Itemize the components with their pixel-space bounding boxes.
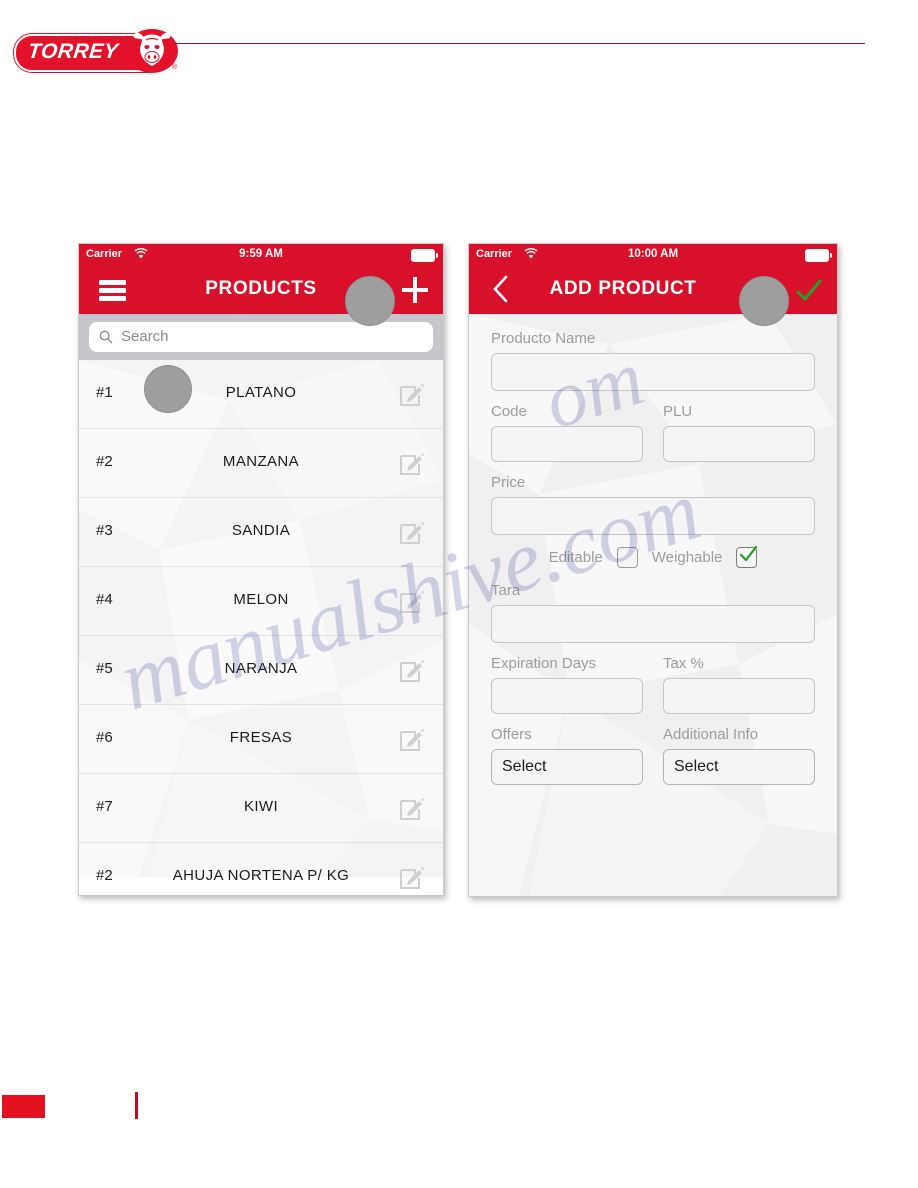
nav-bar-products: PRODUCTS [79, 266, 443, 326]
table-row[interactable]: #2 AHUJA NORTENA P/ KG [79, 843, 443, 895]
search-zone: Search [79, 314, 443, 360]
tax-percent-label: Tax % [663, 655, 704, 672]
checkmark-icon[interactable] [794, 276, 824, 306]
battery-full-icon [805, 249, 832, 262]
logo-wordmark: TORREY [26, 40, 120, 63]
page-title: ADD PRODUCT [549, 278, 697, 299]
edit-pencil-icon[interactable] [399, 588, 425, 614]
avatar[interactable] [345, 276, 395, 326]
table-row[interactable]: #3 SANDIA [79, 498, 443, 567]
plus-icon[interactable] [402, 277, 428, 303]
add-product-form: Producto Name Code PLU Price Editable We… [469, 314, 837, 896]
edit-pencil-icon[interactable] [399, 381, 425, 407]
page-header: TORREY ® [0, 0, 918, 90]
checkmark-icon [740, 545, 758, 562]
toggles-row: Editable Weighable [491, 545, 815, 568]
tax-percent-field[interactable] [663, 678, 815, 714]
plu-label: PLU [663, 403, 693, 420]
phone-mockup-add-product: Carrier 10:00 AM ADD PRODUCT Producto Na… [468, 243, 838, 897]
offers-label: Offers [491, 726, 532, 743]
table-row[interactable]: #2 MANZANA [79, 429, 443, 498]
row-product-name: MANZANA [222, 453, 300, 470]
additional-info-label: Additional Info [663, 726, 759, 743]
nav-bar-add-product: ADD PRODUCT [469, 266, 837, 326]
edit-pencil-icon[interactable] [399, 864, 425, 890]
tara-label: Tara [491, 582, 521, 599]
phone-mockup-products: Carrier 9:59 AM PRODUCTS Search #1 PLATA… [78, 243, 444, 896]
expiration-days-label: Expiration Days [491, 655, 597, 672]
row-product-name: AHUJA NORTENA P/ KG [172, 867, 350, 884]
editable-checkbox[interactable] [616, 547, 638, 568]
code-field[interactable] [491, 426, 643, 462]
weighable-checkbox[interactable] [736, 545, 758, 568]
row-product-name: NARANJA [224, 660, 298, 677]
search-input[interactable]: Search [89, 322, 433, 352]
additional-info-select[interactable]: Select [663, 749, 815, 785]
expiration-days-field[interactable] [491, 678, 643, 714]
row-product-name: PLATANO [225, 384, 297, 401]
table-row[interactable]: #5 NARANJA [79, 636, 443, 705]
product-list: #1 PLATANO #2 MANZANA #3 SANDIA #4 MELON… [79, 360, 443, 889]
table-row[interactable]: #6 FRESAS [79, 705, 443, 774]
table-row[interactable]: #1 PLATANO [79, 360, 443, 429]
row-product-name: FRESAS [229, 729, 293, 746]
row-product-name: MELON [233, 591, 289, 608]
edit-pencil-icon[interactable] [399, 795, 425, 821]
status-bar-left: Carrier 9:59 AM [79, 244, 443, 266]
registered-mark: ® [172, 64, 178, 71]
edit-pencil-icon[interactable] [399, 450, 425, 476]
tara-field[interactable] [491, 605, 815, 643]
torrey-logo: TORREY ® [14, 28, 178, 73]
table-row[interactable]: #4 MELON [79, 567, 443, 636]
editable-label: Editable [548, 549, 603, 566]
edit-pencil-icon[interactable] [399, 519, 425, 545]
price-label: Price [491, 474, 526, 491]
avatar[interactable] [739, 276, 789, 326]
product-name-field[interactable] [491, 353, 815, 391]
header-divider-rule [176, 43, 865, 44]
footer-vertical-rule [135, 1092, 138, 1119]
plu-field[interactable] [663, 426, 815, 462]
code-label: Code [491, 403, 527, 420]
footer-color-block [2, 1095, 45, 1118]
edit-pencil-icon[interactable] [399, 657, 425, 683]
bull-head-icon [126, 29, 178, 73]
table-row[interactable]: #7 KIWI [79, 774, 443, 843]
offers-select[interactable]: Select [491, 749, 643, 785]
row-product-name: KIWI [243, 798, 279, 815]
weighable-label: Weighable [651, 549, 723, 566]
price-field[interactable] [491, 497, 815, 535]
status-time: 10:00 AM [627, 248, 679, 260]
search-icon [99, 330, 113, 344]
status-time: 9:59 AM [239, 248, 283, 260]
avatar[interactable] [144, 365, 192, 413]
edit-pencil-icon[interactable] [399, 726, 425, 752]
product-name-label: Producto Name [491, 330, 596, 347]
search-placeholder: Search [121, 328, 169, 345]
status-bar-right: Carrier 10:00 AM [469, 244, 837, 266]
battery-full-icon [411, 249, 438, 262]
row-product-name: SANDIA [231, 522, 291, 539]
